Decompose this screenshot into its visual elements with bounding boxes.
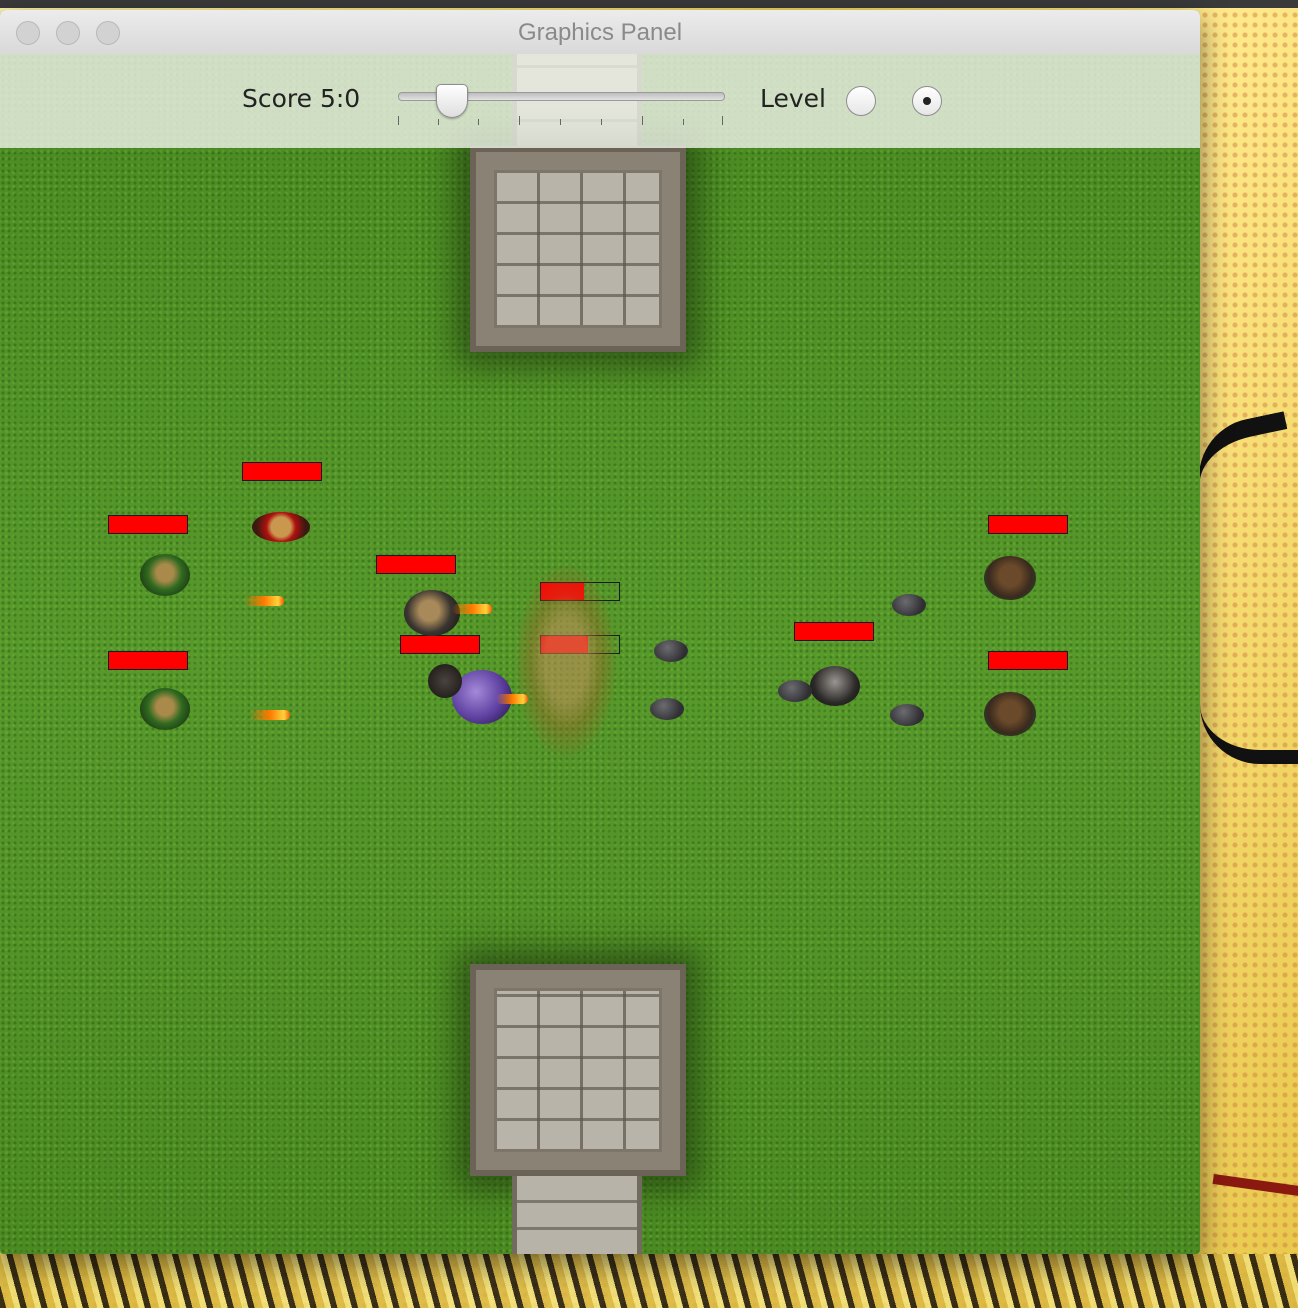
health-fill: [109, 652, 187, 669]
green-archer-unit[interactable]: [140, 688, 190, 730]
boulder-projectile: [778, 680, 812, 702]
control-bar: Score 5:0 Level: [0, 54, 1200, 148]
health-fill: [401, 636, 479, 653]
bottom-causeway: [512, 1176, 642, 1254]
health-bar: [108, 651, 188, 670]
level-radio-1[interactable]: [846, 86, 876, 116]
menu-bar: [0, 0, 1298, 8]
game-field[interactable]: [0, 54, 1200, 1254]
crossbow-unit[interactable]: [984, 692, 1036, 736]
knight-unit[interactable]: [404, 590, 460, 636]
health-bar: [400, 635, 480, 654]
slider-tick: [642, 116, 643, 125]
level-slider-thumb[interactable]: [436, 84, 469, 118]
health-bar: [376, 555, 456, 574]
slider-tick: [601, 119, 602, 125]
boulder-projectile: [892, 594, 926, 616]
boulder-projectile: [890, 704, 924, 726]
slider-tick: [438, 119, 439, 125]
slider-tick: [722, 116, 723, 125]
fire-arrow: [250, 710, 290, 720]
radio-selected-dot: [923, 97, 931, 105]
slider-tick: [519, 116, 520, 125]
fire-arrow: [244, 596, 284, 606]
fire-arrow: [452, 604, 492, 614]
crossbow-unit[interactable]: [984, 556, 1036, 600]
health-fill: [377, 556, 455, 573]
wallpaper-art: [0, 1254, 1298, 1308]
score-label: Score 5:0: [242, 84, 361, 113]
slider-tick: [683, 119, 684, 125]
level-radio-2[interactable]: [912, 86, 942, 116]
golem-unit[interactable]: [516, 566, 616, 756]
health-bar: [988, 651, 1068, 670]
health-fill: [243, 463, 321, 480]
ogre-unit[interactable]: [810, 666, 860, 706]
title-bar[interactable]: Graphics Panel: [0, 10, 1200, 55]
slider-tick: [478, 119, 479, 125]
health-fill: [109, 516, 187, 533]
knight-unit[interactable]: [428, 664, 462, 698]
level-label: Level: [760, 84, 826, 113]
health-fill: [795, 623, 873, 640]
slider-tick: [398, 116, 399, 125]
tower-floor: [494, 988, 662, 1152]
green-archer-unit[interactable]: [140, 554, 190, 596]
boulder-projectile: [650, 698, 684, 720]
red-archer-unit[interactable]: [252, 512, 310, 542]
bottom-tower: [470, 964, 686, 1176]
fire-arrow: [496, 694, 528, 704]
health-fill: [989, 652, 1067, 669]
health-bar: [988, 515, 1068, 534]
health-bar: [108, 515, 188, 534]
slider-tick: [560, 119, 561, 125]
game-window: Graphics Panel Score 5:0 Level: [0, 10, 1200, 1254]
tower-floor: [494, 170, 662, 328]
top-tower: [470, 146, 686, 352]
health-bar: [794, 622, 874, 641]
health-fill: [989, 516, 1067, 533]
window-title: Graphics Panel: [517, 19, 683, 46]
health-bar: [242, 462, 322, 481]
boulder-projectile: [654, 640, 688, 662]
